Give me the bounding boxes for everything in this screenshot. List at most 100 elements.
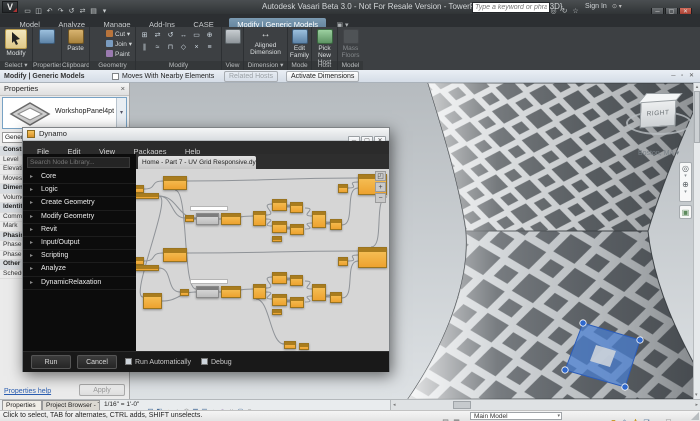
design-options-dropdown[interactable]: Main Model ▾ (470, 412, 562, 420)
dynamo-node[interactable] (143, 293, 162, 309)
dynamo-node[interactable] (196, 286, 219, 298)
dynamo-node[interactable] (330, 292, 342, 303)
help-menu-icon[interactable]: ⊙ ▾ (612, 0, 622, 14)
library-item-dynamicrelaxation[interactable]: ▸ DynamicRelaxation (23, 277, 136, 290)
dynamo-node[interactable] (136, 193, 159, 199)
modify-tool-icon[interactable]: ≈ (153, 43, 162, 52)
dynamo-node[interactable] (299, 343, 309, 350)
dynamo-node[interactable] (338, 184, 348, 193)
view-scale-button[interactable]: 1/16" = 1'-0" (104, 400, 139, 410)
dynamo-node[interactable] (272, 236, 282, 242)
dynamo-node[interactable] (253, 284, 266, 299)
properties-help-link[interactable]: Properties help (4, 388, 51, 395)
zoom-in-icon[interactable]: + (375, 182, 386, 192)
panel-label-select[interactable]: Select ▾ (0, 61, 32, 70)
vertical-scroll-thumb[interactable] (694, 91, 700, 143)
dynamo-node[interactable] (253, 211, 266, 226)
dynamo-node[interactable] (338, 257, 348, 266)
modify-tool-icon[interactable]: ⊓ (166, 43, 175, 52)
view-tool-button[interactable] (222, 29, 243, 44)
panel-label-properties[interactable]: Properties (33, 61, 61, 70)
library-item-modify-geometry[interactable]: ▸ Modify Geometry (23, 211, 136, 224)
panel-label-clipboard[interactable]: Clipboard (62, 61, 89, 70)
modify-tool-icon[interactable]: ↺ (166, 31, 175, 40)
paste-button[interactable]: Paste (62, 29, 89, 52)
join-tool[interactable]: Join ▾ (106, 40, 132, 49)
dynamo-node[interactable] (221, 213, 241, 225)
zoom-out-icon[interactable]: − (375, 193, 386, 203)
debug-checkbox[interactable] (201, 358, 208, 365)
horizontal-scrollbar[interactable]: ◂ ▸ (390, 400, 700, 410)
workspace-tab[interactable]: Home - Part 7 - UV Grid Responsive.dyn (138, 156, 256, 169)
panel-label-model[interactable]: Model (338, 61, 363, 70)
dynamo-node[interactable] (221, 286, 241, 298)
dynamo-node[interactable] (272, 199, 287, 211)
node-graph-canvas[interactable]: ◰ + − (136, 169, 389, 351)
dynamo-node[interactable] (358, 247, 387, 268)
panel-label-view[interactable]: View (222, 61, 243, 70)
dynamo-node[interactable] (312, 211, 326, 228)
edit-family-button[interactable]: Edit Family (288, 29, 311, 59)
activate-dimensions-button[interactable]: Activate Dimensions (286, 71, 360, 82)
panel-label-modify[interactable]: Modify (136, 61, 221, 70)
dynamo-node[interactable] (290, 202, 303, 213)
cut-tool[interactable]: Cut ▾ (106, 30, 130, 39)
resize-grip[interactable] (691, 412, 699, 420)
dynamo-node[interactable] (185, 215, 194, 222)
dynamo-node[interactable] (163, 176, 187, 190)
panel-label-dimension[interactable]: Dimension ▾ (244, 61, 287, 70)
node-library-search-input[interactable] (27, 157, 130, 168)
view-window-controls[interactable]: ─ ▫ ✕ (671, 70, 696, 83)
library-item-logic[interactable]: ▸ Logic (23, 184, 136, 198)
library-item-input-output[interactable]: ▸ Input/Output (23, 237, 136, 251)
library-item-analyze[interactable]: ▸ Analyze (23, 263, 136, 277)
panel-label-mode[interactable]: Mode (288, 61, 311, 70)
type-selector[interactable]: WorkshopPanel4pt ▾ (2, 97, 127, 129)
modify-tool-icon[interactable]: ∥ (140, 43, 149, 52)
modify-tool-icon[interactable]: ↔ (179, 31, 188, 40)
tab-properties-palette[interactable]: Properties (2, 400, 42, 410)
modify-tool-icon[interactable]: ≡ (205, 43, 214, 52)
panel-label-host[interactable]: Host (312, 61, 337, 70)
viewcube[interactable]: RIGHT (639, 99, 677, 129)
scroll-right-icon[interactable]: ▸ (695, 400, 698, 410)
dynamo-node[interactable] (272, 221, 287, 233)
aligned-dimension-button[interactable]: ↔ Aligned Dimension (244, 29, 287, 56)
dynamo-node[interactable] (330, 219, 342, 230)
cancel-button[interactable]: Cancel (77, 355, 117, 369)
run-button[interactable]: Run (31, 355, 71, 369)
dynamo-node[interactable] (136, 265, 159, 271)
library-item-core[interactable]: ▸ Core (23, 171, 136, 185)
fit-view-icon[interactable]: ◰ (375, 171, 386, 181)
vasari-app-logo[interactable]: V (2, 1, 18, 13)
modify-tool-icon[interactable]: ◇ (179, 43, 188, 52)
panel-label-geometry[interactable]: Geometry (90, 61, 135, 70)
dynamo-node[interactable] (136, 257, 144, 265)
modify-tool-icon[interactable]: ⊕ (205, 31, 214, 40)
dynamo-node[interactable] (196, 213, 219, 225)
dynamo-node[interactable] (272, 272, 287, 284)
paint-tool[interactable]: Paint (106, 50, 130, 59)
horizontal-scroll-thumb[interactable] (453, 401, 471, 409)
dynamo-node[interactable] (272, 294, 287, 306)
properties-palette-button[interactable] (33, 29, 61, 44)
tab-project-browser[interactable]: Project Browser - TowerProj... (42, 400, 100, 410)
view-options-icon[interactable]: ▣ (679, 205, 692, 219)
modify-tool-icon[interactable]: ▭ (192, 31, 201, 40)
dynamo-node[interactable] (163, 248, 187, 262)
modify-tool-icon[interactable]: ⊞ (140, 31, 149, 40)
library-item-create-geometry[interactable]: ▸ Create Geometry (23, 197, 136, 211)
sign-in-button[interactable]: Sign In (585, 0, 607, 14)
dynamo-node[interactable] (312, 284, 326, 301)
dynamo-title-bar[interactable]: Dynamo ─▢✕ (23, 128, 389, 145)
modify-tool-icon[interactable]: × (192, 43, 201, 52)
vertical-scrollbar[interactable]: ▴ ▾ (693, 83, 700, 399)
zoom-dropdown[interactable]: ▾ (680, 190, 691, 195)
scroll-left-icon[interactable]: ◂ (393, 402, 396, 408)
dynamo-node[interactable] (290, 275, 303, 286)
location-dropdown[interactable]: Boston, MA ▾ (638, 149, 679, 157)
type-selector-dropdown-icon[interactable]: ▾ (116, 98, 126, 128)
dynamo-node[interactable] (290, 297, 304, 308)
scroll-up-icon[interactable]: ▴ (696, 84, 699, 90)
properties-close-icon[interactable]: × (121, 83, 125, 95)
